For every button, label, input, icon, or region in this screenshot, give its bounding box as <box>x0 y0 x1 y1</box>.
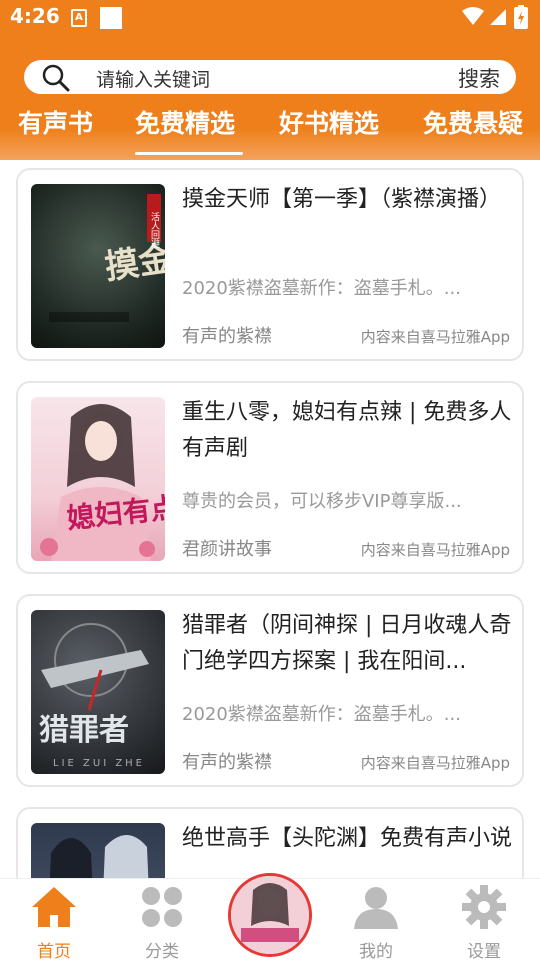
notification-square-icon <box>100 7 122 29</box>
nav-me[interactable]: 我的 <box>336 885 416 960</box>
book-author: 有声的紫襟 <box>182 326 272 347</box>
category-tabs: 有声书 免费精选 好书精选 免费悬疑 <box>0 104 540 156</box>
book-cover[interactable]: 猎罪者 LIE ZUI ZHE <box>31 610 165 774</box>
book-card[interactable]: 摸金天师 活人回避 摸金天师【第一季】（紫襟演播） 2020紫襟盗墓新作：盗墓手… <box>16 168 524 361</box>
tab-free-picks[interactable]: 免费精选 <box>135 104 235 140</box>
nav-settings[interactable]: 设置 <box>444 885 524 960</box>
book-description: 2020紫襟盗墓新作：盗墓手札。... <box>182 278 461 299</box>
home-icon[interactable] <box>30 885 78 929</box>
book-description: 2020紫襟盗墓新作：盗墓手札。... <box>182 704 461 725</box>
cover-art-3: 猎罪者 LIE ZUI ZHE <box>39 623 149 769</box>
signal-icon <box>490 9 506 25</box>
search-input[interactable]: 请输入关键词 <box>96 65 210 92</box>
nav-category-label: 分类 <box>145 942 179 960</box>
book-title[interactable]: 摸金天师【第一季】（紫襟演播） <box>182 182 516 218</box>
now-playing-disc[interactable] <box>228 873 312 957</box>
book-title[interactable]: 重生八零，媳妇有点辣 | 免费多人有声剧 <box>182 395 516 467</box>
book-author: 有声的紫襟 <box>182 752 272 773</box>
now-playing-cover <box>231 876 309 954</box>
cover-subtitle-3: LIE ZUI ZHE <box>53 758 145 769</box>
cover-art-2: 媳妇有点辣 <box>40 404 165 561</box>
cover-title-3: 猎罪者 <box>39 713 129 748</box>
book-author: 君颜讲故事 <box>182 539 272 560</box>
book-source: 内容来自喜马拉雅App <box>360 754 510 772</box>
header: 4:26 A 请输入关键词 搜索 有声书 免费精选 好书精选 免费悬疑 <box>0 0 540 160</box>
book-title[interactable]: 绝世高手【头陀渊】免费有声小说 <box>182 821 516 857</box>
battery-icon <box>514 5 528 29</box>
category-icon[interactable] <box>138 885 186 929</box>
notification-a-icon: A <box>71 9 87 27</box>
cover-art-4 <box>49 835 149 878</box>
book-card[interactable]: 绝世高手【头陀渊】免费有声小说 <box>16 807 524 878</box>
status-bar: 4:26 A <box>0 0 540 36</box>
book-card[interactable]: 猎罪者 LIE ZUI ZHE 猎罪者（阴间神探 | 日月收魂人奇门绝学四方探案… <box>16 594 524 787</box>
tab-good-books[interactable]: 好书精选 <box>279 104 379 140</box>
search-icon[interactable] <box>41 63 71 93</box>
book-description: 尊贵的会员，可以移步VIP尊享版... <box>182 491 462 512</box>
book-cover[interactable] <box>31 823 165 878</box>
tab-audiobook[interactable]: 有声书 <box>18 104 93 140</box>
book-source: 内容来自喜马拉雅App <box>360 541 510 559</box>
nav-settings-label: 设置 <box>467 942 501 960</box>
user-icon[interactable] <box>352 885 400 929</box>
cover-tag-1: 活人回避 <box>149 211 160 249</box>
nav-home-label: 首页 <box>37 942 71 960</box>
search-button[interactable]: 搜索 <box>458 63 500 93</box>
book-source: 内容来自喜马拉雅App <box>360 328 510 346</box>
status-time: 4:26 <box>10 4 60 28</box>
search-bar[interactable]: 请输入关键词 搜索 <box>24 60 516 94</box>
wifi-icon <box>462 7 484 25</box>
cover-art-1: 摸金天师 活人回避 <box>49 194 165 322</box>
book-cover[interactable]: 媳妇有点辣 <box>31 397 165 561</box>
nav-me-label: 我的 <box>359 942 393 960</box>
book-card[interactable]: 媳妇有点辣 重生八零，媳妇有点辣 | 免费多人有声剧 尊贵的会员，可以移步VIP… <box>16 381 524 574</box>
book-list[interactable]: 摸金天师 活人回避 摸金天师【第一季】（紫襟演播） 2020紫襟盗墓新作：盗墓手… <box>0 160 540 878</box>
active-tab-indicator <box>135 152 243 155</box>
gear-icon[interactable] <box>460 885 508 929</box>
nav-category[interactable]: 分类 <box>122 885 202 960</box>
tab-free-suspense[interactable]: 免费悬疑 <box>423 104 523 140</box>
book-cover[interactable]: 摸金天师 活人回避 <box>31 184 165 348</box>
book-title[interactable]: 猎罪者（阴间神探 | 日月收魂人奇门绝学四方探案 | 我在阳间... <box>182 608 516 680</box>
bottom-nav: 首页 分类 我的 设置 <box>0 873 540 960</box>
nav-home[interactable]: 首页 <box>14 885 94 960</box>
